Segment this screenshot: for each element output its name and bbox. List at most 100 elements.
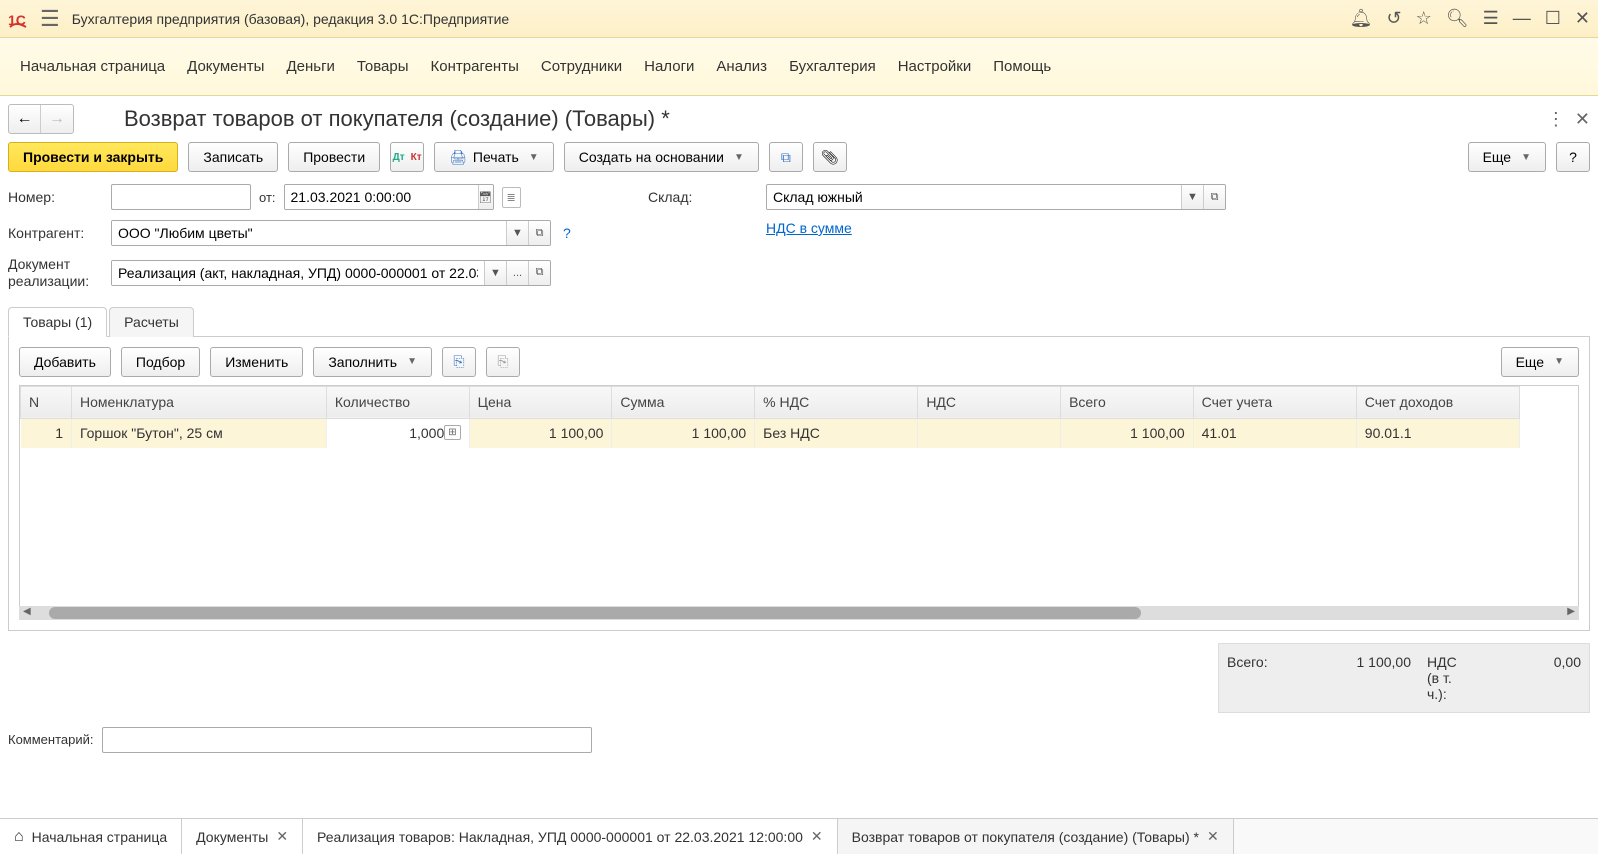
- star-icon[interactable]: ☆: [1416, 8, 1432, 29]
- menu-analysis[interactable]: Анализ: [716, 58, 767, 75]
- cell-sum[interactable]: 1 100,00: [612, 418, 755, 448]
- number-input[interactable]: [111, 184, 251, 210]
- menu-taxes[interactable]: Налоги: [644, 58, 694, 75]
- attachment-button[interactable]: 📎︎: [813, 142, 847, 172]
- scroll-right-icon[interactable]: ▶: [1567, 606, 1575, 617]
- chevron-down-icon[interactable]: ▼: [484, 261, 506, 285]
- menu-employees[interactable]: Сотрудники: [541, 58, 622, 75]
- calculator-icon[interactable]: ⊞: [444, 425, 460, 440]
- counterparty-input[interactable]: [112, 221, 506, 245]
- post-button[interactable]: Провести: [288, 142, 380, 172]
- date-input[interactable]: [285, 185, 478, 209]
- hamburger-icon[interactable]: ☰: [40, 6, 60, 32]
- cell-qty[interactable]: 1,000 ⊞: [326, 418, 469, 448]
- basis-input[interactable]: [112, 261, 484, 285]
- close-icon[interactable]: ✕: [276, 828, 288, 845]
- table-row[interactable]: 1 Горшок "Бутон", 25 см 1,000 ⊞ 1 100,00…: [21, 418, 1520, 448]
- cell-income[interactable]: 90.01.1: [1356, 418, 1519, 448]
- bottom-tab-realization[interactable]: Реализация товаров: Накладная, УПД 0000-…: [303, 819, 838, 854]
- warehouse-input[interactable]: [767, 185, 1181, 209]
- menu-documents[interactable]: Документы: [187, 58, 264, 75]
- nav-forward-button[interactable]: →: [41, 105, 73, 133]
- col-vat-pct[interactable]: % НДС: [755, 386, 918, 418]
- post-and-close-button[interactable]: Провести и закрыть: [8, 142, 178, 172]
- dt-kt-button[interactable]: ДтКт: [390, 142, 424, 172]
- cell-vat-pct[interactable]: Без НДС: [755, 418, 918, 448]
- print-button[interactable]: 🖨︎ Печать ▼: [434, 142, 554, 172]
- menu-goods[interactable]: Товары: [357, 58, 409, 75]
- copy-button[interactable]: ⎘: [442, 347, 476, 377]
- filter-icon[interactable]: ☰: [1483, 8, 1499, 29]
- close-tab-icon[interactable]: ✕: [1575, 109, 1590, 130]
- col-price[interactable]: Цена: [469, 386, 612, 418]
- more-button[interactable]: Еще ▼: [1468, 142, 1546, 172]
- comment-input[interactable]: [102, 727, 592, 753]
- chevron-down-icon[interactable]: ▼: [506, 221, 528, 245]
- col-total[interactable]: Всего: [1061, 386, 1194, 418]
- menu-accounting[interactable]: Бухгалтерия: [789, 58, 876, 75]
- cell-name[interactable]: Горшок "Бутон", 25 см: [71, 418, 326, 448]
- col-qty[interactable]: Количество: [326, 386, 469, 418]
- cell-acct[interactable]: 41.01: [1193, 418, 1356, 448]
- col-sum[interactable]: Сумма: [612, 386, 755, 418]
- home-icon: ⌂: [14, 828, 24, 846]
- col-income[interactable]: Счет доходов: [1356, 386, 1519, 418]
- menu-counterparties[interactable]: Контрагенты: [431, 58, 519, 75]
- col-name[interactable]: Номенклатура: [71, 386, 326, 418]
- add-button[interactable]: Добавить: [19, 347, 111, 377]
- create-based-label: Создать на основании: [579, 149, 724, 165]
- minimize-icon[interactable]: —: [1513, 8, 1531, 29]
- menu-start[interactable]: Начальная страница: [20, 58, 165, 75]
- calendar-icon[interactable]: 📅︎: [478, 185, 493, 209]
- scroll-thumb[interactable]: [49, 607, 1141, 619]
- menu-money[interactable]: Деньги: [286, 58, 334, 75]
- goods-table[interactable]: N Номенклатура Количество Цена Сумма % Н…: [19, 385, 1579, 620]
- select-button[interactable]: Подбор: [121, 347, 200, 377]
- close-icon[interactable]: ✕: [1207, 828, 1219, 845]
- search-icon[interactable]: 🔍︎: [1446, 8, 1469, 29]
- fill-button[interactable]: Заполнить ▼: [313, 347, 432, 377]
- horizontal-scrollbar[interactable]: ◀ ▶: [19, 606, 1579, 620]
- nav-buttons: ← →: [8, 104, 74, 134]
- col-n[interactable]: N: [21, 386, 72, 418]
- write-button[interactable]: Записать: [188, 142, 278, 172]
- maximize-icon[interactable]: ☐: [1545, 8, 1561, 29]
- help-icon[interactable]: ?: [563, 225, 571, 241]
- help-button[interactable]: ?: [1556, 142, 1590, 172]
- bottom-tab-documents[interactable]: Документы ✕: [182, 819, 303, 854]
- tab-goods[interactable]: Товары (1): [8, 307, 107, 337]
- tab-calculations[interactable]: Расчеты: [109, 307, 194, 337]
- paste-button[interactable]: ⎘: [486, 347, 520, 377]
- col-acct[interactable]: Счет учета: [1193, 386, 1356, 418]
- bell-icon[interactable]: 🔔︎: [1350, 8, 1373, 29]
- total-label: Всего:: [1219, 644, 1279, 712]
- open-icon[interactable]: ⧉: [528, 221, 550, 245]
- close-window-icon[interactable]: ✕: [1575, 8, 1590, 29]
- table-more-button[interactable]: Еще ▼: [1501, 347, 1579, 377]
- bottom-tab-home[interactable]: ⌂ Начальная страница: [0, 819, 182, 854]
- change-button[interactable]: Изменить: [210, 347, 303, 377]
- bottom-tab-label: Реализация товаров: Накладная, УПД 0000-…: [317, 829, 803, 845]
- related-docs-button[interactable]: ⧉: [769, 142, 803, 172]
- list-icon[interactable]: ≣: [502, 187, 521, 208]
- menu-settings[interactable]: Настройки: [898, 58, 972, 75]
- history-icon[interactable]: ↺: [1387, 8, 1402, 29]
- bottom-tab-return[interactable]: Возврат товаров от покупателя (создание)…: [838, 819, 1234, 854]
- menu-help[interactable]: Помощь: [993, 58, 1051, 75]
- cell-vat[interactable]: [918, 418, 1061, 448]
- chevron-down-icon: ▼: [407, 356, 417, 367]
- vat-in-sum-link[interactable]: НДС в сумме: [766, 220, 852, 236]
- ellipsis-icon[interactable]: ...: [506, 261, 528, 285]
- close-icon[interactable]: ✕: [811, 828, 823, 845]
- open-icon[interactable]: ⧉: [1203, 185, 1225, 209]
- cell-n[interactable]: 1: [21, 418, 72, 448]
- nav-back-button[interactable]: ←: [9, 105, 41, 133]
- kebab-icon[interactable]: ⋮: [1547, 109, 1565, 130]
- create-based-button[interactable]: Создать на основании ▼: [564, 142, 759, 172]
- cell-price[interactable]: 1 100,00: [469, 418, 612, 448]
- chevron-down-icon[interactable]: ▼: [1181, 185, 1203, 209]
- cell-total[interactable]: 1 100,00: [1061, 418, 1194, 448]
- col-vat[interactable]: НДС: [918, 386, 1061, 418]
- open-icon[interactable]: ⧉: [528, 261, 550, 285]
- scroll-left-icon[interactable]: ◀: [23, 606, 31, 617]
